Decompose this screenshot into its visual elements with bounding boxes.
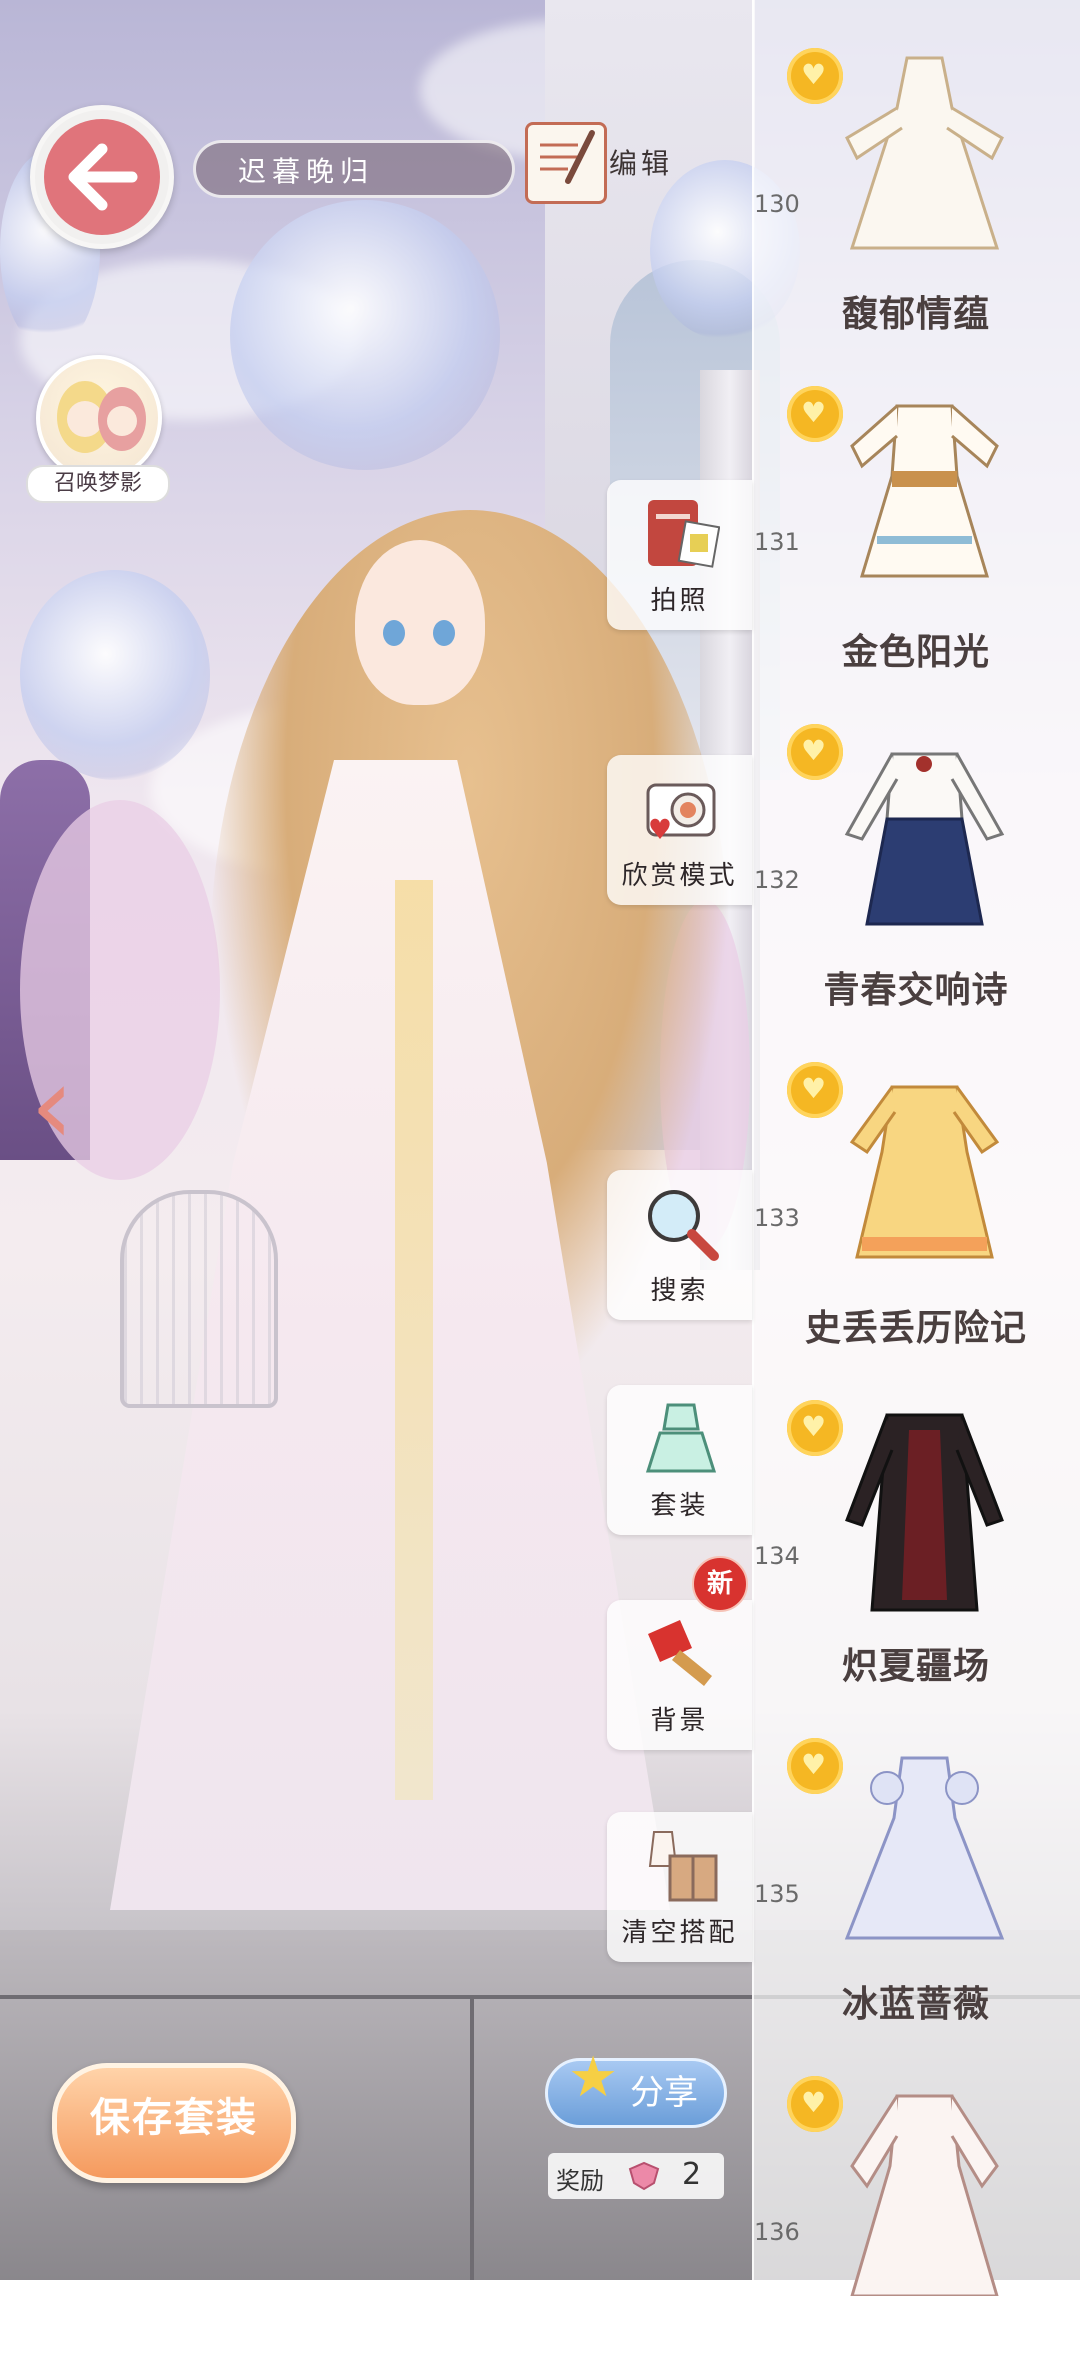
notepad-pencil-icon bbox=[525, 122, 607, 204]
heart-medal-icon: ♥ bbox=[787, 48, 843, 116]
outfit-number: 136 bbox=[754, 2218, 800, 2246]
reward-label: 奖励 bbox=[556, 2167, 604, 2195]
back-button[interactable] bbox=[30, 105, 174, 249]
appreciate-mode-label: 欣赏模式 bbox=[621, 861, 738, 891]
school-uniform-icon bbox=[837, 724, 1012, 944]
outfit-name: 冰蓝蔷薇 bbox=[841, 1984, 990, 2025]
photo-button[interactable]: 拍照 bbox=[607, 480, 752, 630]
star-icon: ★ bbox=[568, 2045, 619, 2110]
appreciate-mode-button[interactable]: 欣赏模式 bbox=[607, 755, 752, 905]
search-label: 搜索 bbox=[650, 1276, 709, 1306]
clear-outfit-label: 清空搭配 bbox=[621, 1918, 738, 1948]
outfit-list-item[interactable]: ♥ 130 馥郁情蕴 bbox=[752, 0, 1080, 338]
dress-icon bbox=[837, 386, 1012, 606]
outfit-number: 130 bbox=[754, 190, 800, 218]
heart-medal-icon: ♥ bbox=[787, 1400, 843, 1468]
outfit-list-item[interactable]: ♥ 132 青春交响诗 bbox=[752, 676, 1080, 1014]
outfit-list-item[interactable]: ♥ 133 史丢丢历险记 bbox=[752, 1014, 1080, 1352]
outfit-icon bbox=[642, 1399, 720, 1477]
edit-label: 编辑 bbox=[609, 147, 674, 180]
birdcage-prop bbox=[120, 1190, 278, 1408]
outfit-list-item[interactable]: ♥ 136 bbox=[752, 2028, 1080, 2366]
outfit-number: 135 bbox=[754, 1880, 800, 1908]
blue-gown-icon bbox=[837, 1738, 1012, 1958]
back-arrow-icon bbox=[44, 119, 160, 235]
heart-medal-icon: ♥ bbox=[787, 1062, 843, 1130]
character-eye bbox=[383, 620, 405, 646]
flower-sphere bbox=[230, 200, 500, 470]
outfit-list-item[interactable]: ♥ 135 冰蓝蔷薇 bbox=[752, 1690, 1080, 2028]
dress-icon bbox=[837, 48, 1012, 268]
previous-chevron-icon[interactable]: ‹ bbox=[30, 1045, 100, 1165]
outfit-number: 132 bbox=[754, 866, 800, 894]
clear-outfit-button[interactable]: 清空搭配 bbox=[607, 1812, 752, 1962]
new-badge: 新 bbox=[692, 1556, 748, 1612]
outfit-number: 131 bbox=[754, 528, 800, 556]
outfit-number: 133 bbox=[754, 1204, 800, 1232]
search-button[interactable]: 搜索 bbox=[607, 1170, 752, 1320]
outfit-set-button[interactable]: 套装 bbox=[607, 1385, 752, 1535]
heart-medal-icon: ♥ bbox=[787, 1738, 843, 1806]
search-icon bbox=[642, 1184, 720, 1262]
outfit-name-field[interactable]: 迟暮晚归 bbox=[193, 140, 515, 198]
save-outfit-button[interactable]: 保存套装 bbox=[52, 2063, 296, 2183]
outfit-name: 史丢丢历险记 bbox=[804, 1308, 1027, 1349]
share-reward: 奖励 2 bbox=[548, 2153, 724, 2199]
outfit-name: 青春交响诗 bbox=[823, 970, 1009, 1011]
heart-medal-icon: ♥ bbox=[787, 724, 843, 792]
heart-medal-icon: ♥ bbox=[787, 386, 843, 454]
outfit-list-item[interactable]: ♥ 134 炽夏疆场 bbox=[752, 1352, 1080, 1690]
gem-icon bbox=[624, 2161, 664, 2191]
summon-avatar-icon bbox=[36, 355, 162, 481]
outfit-name: 炽夏疆场 bbox=[841, 1646, 990, 1687]
photo-album-icon bbox=[642, 494, 721, 572]
flower-sphere bbox=[20, 570, 210, 780]
edit-button[interactable]: 编辑 bbox=[525, 112, 695, 204]
summon-label: 召唤梦影 bbox=[26, 465, 170, 503]
share-label: 分享 bbox=[630, 2073, 698, 2113]
dark-coat-icon bbox=[837, 1400, 1012, 1620]
outfit-name: 馥郁情蕴 bbox=[841, 294, 990, 335]
white-dress-icon bbox=[837, 2076, 1012, 2298]
reward-count: 2 bbox=[682, 2157, 702, 2192]
character-face bbox=[355, 540, 485, 705]
clear-box-icon bbox=[642, 1826, 720, 1904]
background-label: 背景 bbox=[650, 1706, 709, 1736]
character-eye bbox=[433, 620, 455, 646]
ground-line bbox=[470, 1995, 474, 2280]
outfit-list-item[interactable]: ♥ 131 金色阳光 bbox=[752, 338, 1080, 676]
heart-medal-icon: ♥ bbox=[787, 2076, 843, 2144]
camera-icon bbox=[642, 769, 720, 847]
yellow-dress-icon bbox=[837, 1062, 1012, 1282]
outfit-number: 134 bbox=[754, 1542, 800, 1570]
photo-label: 拍照 bbox=[650, 586, 709, 616]
outfit-name: 金色阳光 bbox=[841, 632, 990, 673]
character-dress-ribbon bbox=[395, 880, 433, 1800]
background-button[interactable]: 背景 bbox=[607, 1600, 752, 1750]
paintbrush-icon bbox=[642, 1614, 720, 1692]
outfit-set-label: 套装 bbox=[650, 1491, 709, 1521]
summon-dream-button[interactable]: 召唤梦影 bbox=[26, 355, 170, 505]
